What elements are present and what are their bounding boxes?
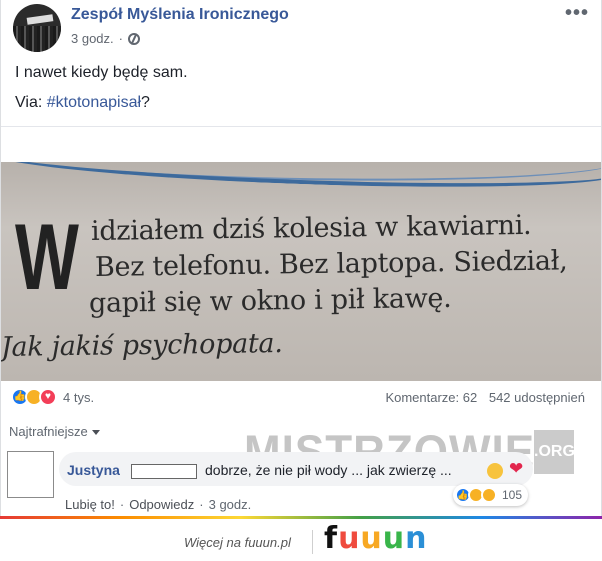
comment-author-link[interactable]: Justyna <box>67 462 120 478</box>
like-comment-button[interactable]: Lubię to! <box>65 497 115 512</box>
comment-actions: Lubię to! · Odpowiedz · 3 godz. <box>65 497 251 512</box>
page-name-link[interactable]: Zespół Myślenia Ironicznego <box>71 6 289 24</box>
hashtag-link[interactable]: #ktotonapisał <box>47 94 141 111</box>
more-on-site-text[interactable]: Więcej na fuuun.pl <box>184 535 291 550</box>
comment-reaction-count: 105 <box>502 488 523 502</box>
avatar-banner <box>26 14 54 25</box>
redacted-surname <box>131 464 197 479</box>
reactions-count[interactable]: 4 tys. <box>63 390 94 405</box>
avatar-crowd <box>13 26 61 52</box>
post-time[interactable]: 3 godz. <box>71 31 114 46</box>
love-reaction-icon: ♥ <box>39 388 57 406</box>
site-footer <box>0 519 602 561</box>
smirk-emoji-icon <box>487 463 503 479</box>
logo-letter: u <box>360 521 383 556</box>
reactions-summary[interactable]: 👍 ♥ 4 tys. <box>11 388 94 406</box>
globe-icon <box>128 32 140 45</box>
facebook-post-card: Zespół Myślenia Ironicznego 3 godz. · ••… <box>0 0 602 520</box>
watermark-suffix: .ORG <box>534 430 575 474</box>
post-text-line: I nawet kiedy będę sam. <box>15 64 188 81</box>
via-label: Via: <box>15 94 47 111</box>
heart-emoji-icon: ❤ <box>509 459 524 478</box>
via-suffix: ? <box>141 94 150 111</box>
comments-count-link[interactable]: Komentarze: 62 <box>385 390 477 405</box>
engagement-counts: Komentarze: 62 542 udostępnień <box>385 390 585 405</box>
image-text-line: Jak jakiś psychopata. <box>1 328 283 363</box>
logo-letter: f <box>324 521 339 556</box>
more-options-icon[interactable]: ••• <box>565 2 589 25</box>
logo-letter: u <box>382 521 406 556</box>
footer-divider <box>312 530 313 554</box>
filter-label: Najtrafniejsze <box>9 424 88 439</box>
divider <box>1 126 601 127</box>
fuuun-logo[interactable]: fuuun <box>324 524 428 554</box>
action-dot: · <box>199 497 204 512</box>
meta-dot: · <box>118 31 123 46</box>
commenter-avatar[interactable] <box>7 451 54 498</box>
logo-letter: u <box>338 521 361 556</box>
reply-button[interactable]: Odpowiedz <box>129 497 194 512</box>
logo-letter: n <box>405 521 428 556</box>
post-image[interactable]: W idziałem dziś kolesia w kawiarni. Bez … <box>1 162 601 381</box>
action-dot: · <box>119 497 125 512</box>
comment-text: dobrze, że nie pił wody ... jak zwierzę … <box>205 462 452 478</box>
comment-time[interactable]: 3 godz. <box>209 497 252 512</box>
comment-reactions[interactable]: 👍 105 <box>453 484 529 506</box>
caret-down-icon <box>91 430 100 436</box>
image-text-line: gapił się w okno i pił kawę. <box>88 282 452 319</box>
decorative-swoosh <box>1 162 601 196</box>
image-text-line: idziałem dziś kolesia w kawiarni. <box>90 209 532 247</box>
post-meta: 3 godz. · <box>71 31 140 46</box>
image-text-line: Bez telefonu. Bez laptopa. Siedział, <box>94 245 568 283</box>
sad-reaction-icon <box>481 487 497 503</box>
comment-filter-dropdown[interactable]: Najtrafniejsze <box>9 424 100 439</box>
page-avatar[interactable] <box>13 4 61 52</box>
post-via-line: Via: #ktotonapisał? <box>15 94 150 112</box>
drop-cap: W <box>15 204 79 309</box>
shares-count-link[interactable]: 542 udostępnień <box>489 390 585 405</box>
